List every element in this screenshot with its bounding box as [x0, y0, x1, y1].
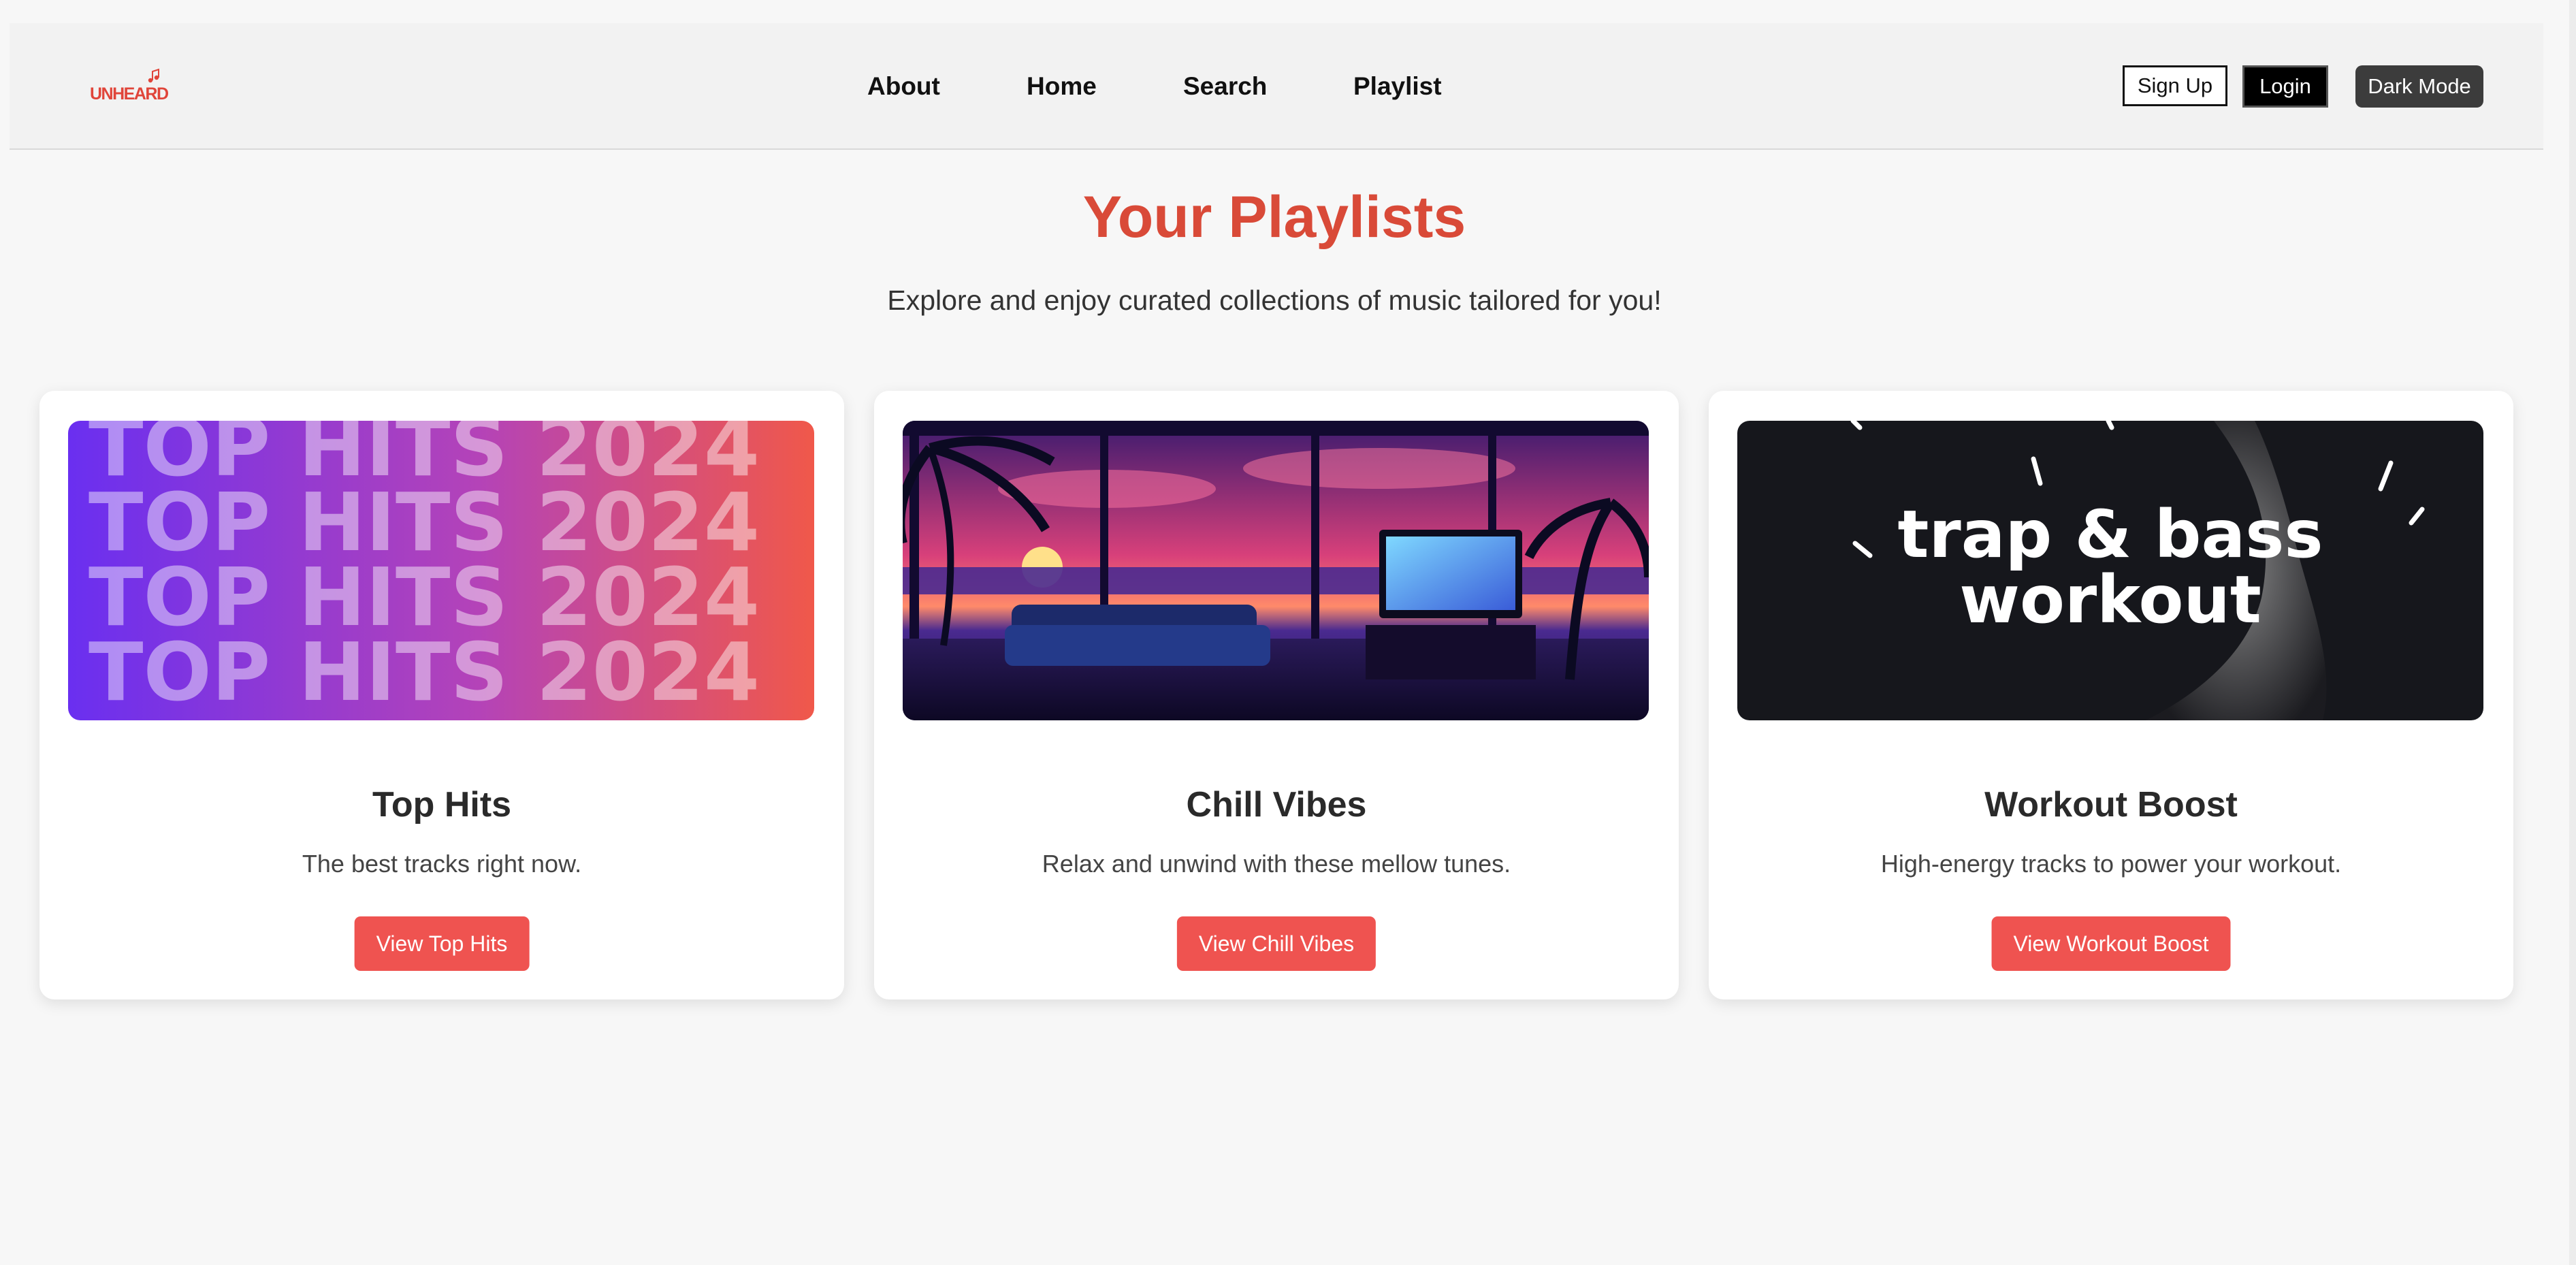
playlist-card-top-hits: TOP HITS 2024 TOP HITS 2024 TOP HITS 202… — [39, 391, 844, 999]
page-subtitle: Explore and enjoy curated collections of… — [887, 285, 1662, 316]
card-title: Workout Boost — [1984, 785, 2238, 824]
card-title: Top Hits — [372, 785, 512, 824]
view-chill-vibes-button[interactable]: View Chill Vibes — [1176, 916, 1376, 971]
chill-vibes-cover-image — [903, 421, 1649, 720]
playlist-card-workout-boost: trap & bass workout Workout Boost High-e… — [1709, 391, 2513, 999]
sign-up-button[interactable]: Sign Up — [2123, 65, 2227, 106]
view-top-hits-button[interactable]: View Top Hits — [354, 916, 530, 971]
card-description: Relax and unwind with these mellow tunes… — [1042, 850, 1511, 878]
page-title: Your Playlists — [1082, 185, 1466, 250]
login-button[interactable]: Login — [2242, 65, 2328, 108]
card-title: Chill Vibes — [1186, 785, 1367, 824]
nav-about[interactable]: About — [867, 72, 940, 101]
cover-text-line: workout — [1959, 562, 2261, 638]
dark-mode-toggle[interactable]: Dark Mode — [2355, 65, 2483, 108]
nav-search[interactable]: Search — [1183, 72, 1267, 101]
card-description: The best tracks right now. — [302, 850, 582, 878]
nav-home[interactable]: Home — [1027, 72, 1097, 101]
nav-playlist[interactable]: Playlist — [1353, 72, 1442, 101]
playlist-card-chill-vibes: Chill Vibes Relax and unwind with these … — [874, 391, 1679, 999]
card-description: High-energy tracks to power your workout… — [1880, 850, 2342, 878]
view-workout-boost-button[interactable]: View Workout Boost — [1991, 916, 2231, 971]
top-hits-cover-image: TOP HITS 2024 TOP HITS 2024 TOP HITS 202… — [68, 421, 814, 720]
navbar: UNHEARD About Home Search Playlist Sign … — [10, 23, 2543, 150]
window-scroll-edge — [2569, 0, 2576, 1265]
cover-text-line: TOP HITS 2024 — [88, 625, 760, 719]
workout-boost-cover-image: trap & bass workout — [1737, 421, 2483, 720]
